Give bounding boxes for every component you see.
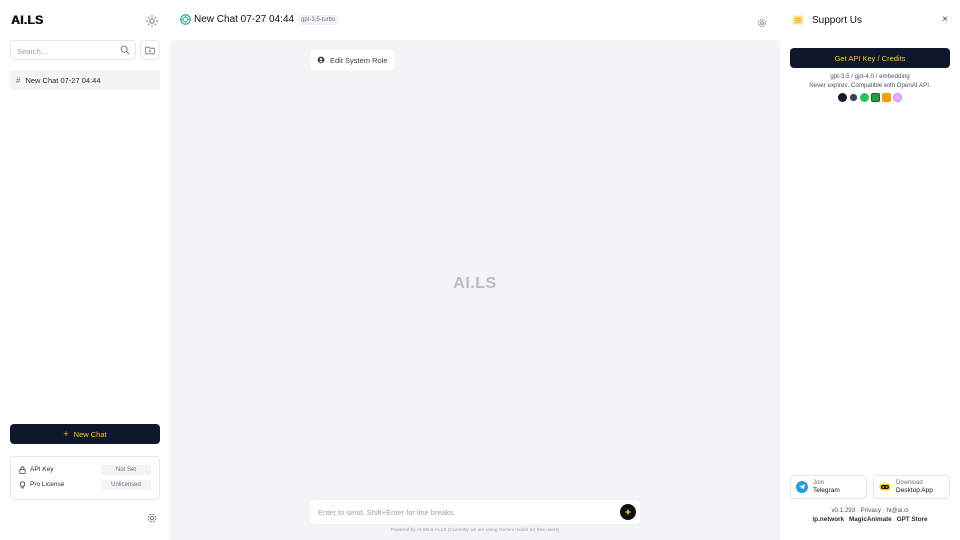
- close-icon[interactable]: ×: [940, 14, 950, 26]
- telegram-line2: Telegram: [813, 486, 840, 494]
- sparkle-send-icon: [624, 508, 632, 516]
- powered-by-note: Powered by AI.SB & AI.LS (Currently we a…: [390, 528, 560, 533]
- chat-list-item[interactable]: # New Chat 07-27 04:44: [10, 70, 160, 90]
- app-window: AI.LS Search... # New Chat 07-27 04:44 +…: [0, 0, 960, 540]
- support-title: Support Us: [812, 15, 863, 26]
- get-api-key-button[interactable]: Get API Key / Credits: [790, 48, 950, 68]
- desktop-app-icon: [879, 483, 891, 491]
- api-key-label: API Key: [30, 466, 54, 473]
- chat-area: Edit System Role AI.LS Powered by AI.SB …: [170, 40, 780, 540]
- logo-text: AI.LS: [11, 13, 44, 27]
- compat-line: Never expires. Compatible with OpenAI AP…: [809, 82, 931, 89]
- support-menu-icon: [793, 15, 803, 25]
- new-chat-label: New Chat: [73, 429, 107, 439]
- new-folder-button[interactable]: [140, 40, 160, 60]
- orange-app-icon[interactable]: [882, 93, 891, 102]
- link-ip-network[interactable]: ip.network: [813, 516, 845, 523]
- edit-system-role-button[interactable]: Edit System Role: [310, 50, 395, 70]
- message-composer: [310, 500, 640, 524]
- version-privacy-line[interactable]: v0.1.293 · Privacy · hi@ai.ci: [780, 507, 960, 514]
- support-panel: Support Us × Get API Key / Credits gpt-3…: [780, 0, 960, 540]
- cat-app-icon[interactable]: [849, 93, 858, 102]
- license-panel: API Key Not Set Pro License Unlicensed: [10, 456, 160, 500]
- terminal-app-icon[interactable]: [871, 93, 880, 102]
- logo: AI.LS: [11, 12, 53, 29]
- telegram-line1: Join: [813, 480, 825, 487]
- theme-toggle-sun-icon[interactable]: [145, 14, 159, 28]
- telegram-icon: [796, 481, 808, 493]
- link-gpt-store[interactable]: GPT Store: [897, 516, 928, 523]
- message-input[interactable]: [310, 500, 610, 524]
- search-input[interactable]: [11, 42, 111, 61]
- search-box: [10, 40, 136, 61]
- link-magicanimate[interactable]: MagicAnimate: [849, 516, 892, 523]
- chat-item-label: New Chat 07-27 04:44: [25, 75, 101, 85]
- search-icon[interactable]: [120, 45, 130, 55]
- api-key-status-badge: Not Set: [101, 464, 151, 475]
- chat-title[interactable]: New Chat 07-27 04:44: [194, 14, 294, 25]
- download-desktop-card[interactable]: Download Desktop App: [873, 475, 950, 499]
- pro-license-label: Pro License: [30, 481, 65, 488]
- edit-system-role-label: Edit System Role: [330, 55, 388, 65]
- models-line: gpt-3.5 / gpt-4.0 / embedding: [830, 73, 910, 80]
- sidebar-settings-gear-icon[interactable]: [146, 511, 158, 523]
- plus-icon: +: [63, 429, 69, 439]
- hash-icon: #: [16, 75, 21, 85]
- lock-icon: [19, 465, 26, 474]
- openai-logo-icon: [180, 14, 191, 25]
- api-key-row[interactable]: API Key Not Set: [19, 462, 151, 477]
- join-telegram-card[interactable]: Join Telegram: [790, 475, 867, 499]
- new-chat-button[interactable]: + New Chat: [10, 424, 160, 444]
- pro-license-status-badge: Unlicensed: [101, 479, 151, 490]
- chat-settings-gear-icon[interactable]: [757, 15, 767, 27]
- folder-plus-icon: [145, 46, 155, 54]
- desktop-line2: Desktop App: [896, 486, 933, 494]
- pink-app-icon[interactable]: [893, 93, 902, 102]
- compatible-apps-row: [780, 93, 960, 102]
- send-button[interactable]: [620, 504, 636, 520]
- user-circle-icon: [317, 56, 325, 64]
- green-app-icon[interactable]: [860, 93, 869, 102]
- lightbulb-icon: [19, 480, 26, 488]
- openai-icon[interactable]: [838, 93, 847, 102]
- sidebar: AI.LS Search... # New Chat 07-27 04:44 +…: [0, 0, 170, 540]
- footer-links: ip.network MagicAnimate GPT Store: [780, 516, 960, 523]
- watermark-logo: AI.LS: [453, 275, 497, 292]
- pro-license-row[interactable]: Pro License Unlicensed: [19, 477, 151, 492]
- chat-header: New Chat 07-27 04:44 gpt-3.5-turbo: [170, 0, 780, 40]
- desktop-line1: Download: [896, 480, 923, 487]
- model-badge[interactable]: gpt-3.5-turbo: [297, 15, 340, 25]
